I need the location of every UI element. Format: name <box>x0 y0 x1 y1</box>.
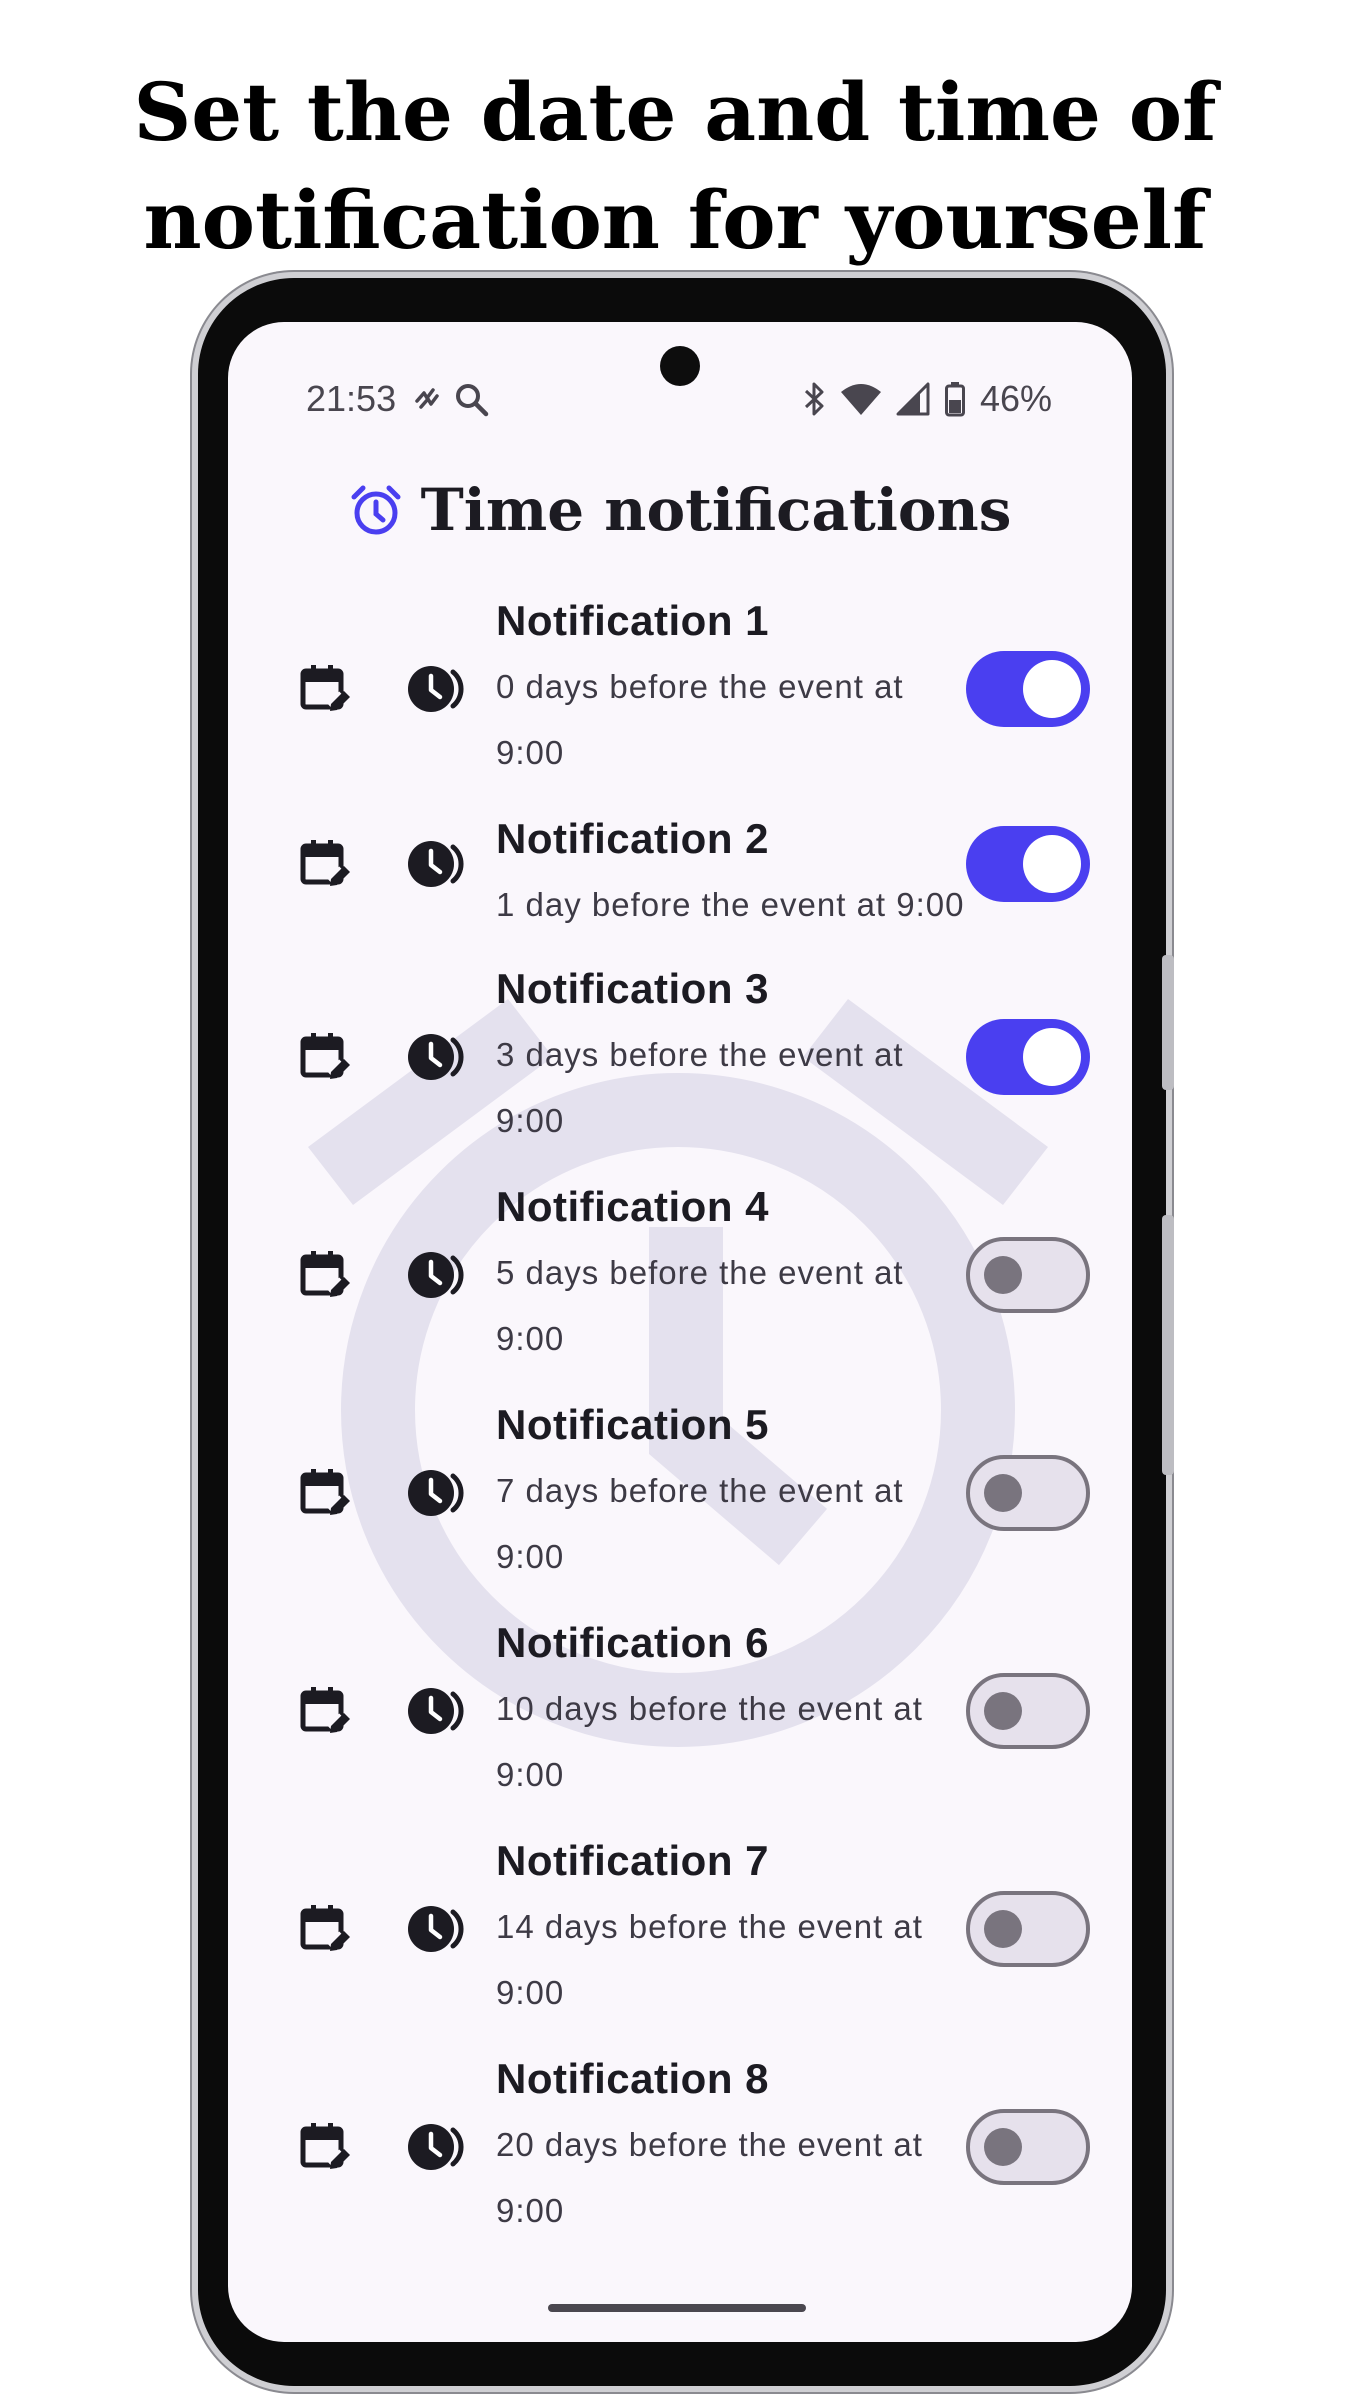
promo-title-line-1: Set the date and time of <box>133 65 1217 159</box>
status-time: 21:53 <box>306 378 397 419</box>
notification-description-line-2: 9:00 <box>496 1102 565 1139</box>
clock-schedule-icon[interactable] <box>407 1466 469 1520</box>
alarm-clock-icon <box>351 485 401 535</box>
notification-toggle-2[interactable] <box>966 826 1090 902</box>
activity-icon <box>415 388 439 409</box>
calendar-edit-icon[interactable] <box>300 1685 350 1737</box>
clock-schedule-icon[interactable] <box>407 1030 469 1084</box>
notification-title: Notification 6 <box>496 1619 770 1666</box>
notification-description-line-2: 9:00 <box>496 1320 565 1357</box>
app-header: Time notifications <box>228 470 1132 550</box>
notification-description-line-2: 9:00 <box>496 2192 565 2229</box>
notification-description-line-1: 20 days before the event at <box>496 2126 923 2163</box>
calendar-edit-icon[interactable] <box>300 1031 350 1083</box>
notification-description-line-1: 10 days before the event at <box>496 1690 923 1727</box>
toggle-knob <box>984 2128 1022 2166</box>
promo-title: Set the date and time of notification fo… <box>0 58 1350 274</box>
gesture-nav-handle[interactable] <box>548 2304 806 2312</box>
notification-text[interactable]: Notification 1 0 days before the event a… <box>496 592 966 786</box>
toggle-knob <box>984 1474 1022 1512</box>
notification-toggle-6[interactable] <box>966 1673 1090 1749</box>
power-button <box>1162 1215 1174 1475</box>
notification-title: Notification 5 <box>496 1401 770 1448</box>
notification-text[interactable]: Notification 3 3 days before the event a… <box>496 960 966 1154</box>
notification-description-line-1: 5 days before the event at <box>496 1254 904 1291</box>
toggle-knob <box>984 1910 1022 1948</box>
clock-schedule-icon[interactable] <box>407 1902 469 1956</box>
toggle-knob <box>1023 660 1081 718</box>
volume-button <box>1162 955 1174 1090</box>
calendar-edit-icon[interactable] <box>300 1249 350 1301</box>
notification-text[interactable]: Notification 6 10 days before the event … <box>496 1614 966 1808</box>
notification-toggle-5[interactable] <box>966 1455 1090 1531</box>
cell-signal-icon <box>896 382 930 416</box>
notification-row-7: Notification 7 14 days before the event … <box>228 1832 1132 2050</box>
notification-description-line-1: 0 days before the event at <box>496 668 904 705</box>
notification-row-3: Notification 3 3 days before the event a… <box>228 960 1132 1178</box>
notification-text[interactable]: Notification 4 5 days before the event a… <box>496 1178 966 1372</box>
notification-description-line-2: 9:00 <box>496 1756 565 1793</box>
notification-toggle-4[interactable] <box>966 1237 1090 1313</box>
notification-description-line-2: 9:00 <box>496 734 565 771</box>
notification-row-2: Notification 2 1 day before the event at… <box>228 810 1132 960</box>
notification-description: 5 days before the event at 9:00 <box>496 1240 966 1372</box>
clock-schedule-icon[interactable] <box>407 2120 469 2174</box>
wifi-icon <box>840 384 881 415</box>
notification-title: Notification 7 <box>496 1837 770 1884</box>
notification-description: 14 days before the event at 9:00 <box>496 1894 966 2026</box>
notification-title: Notification 8 <box>496 2055 770 2102</box>
notification-description: 0 days before the event at 9:00 <box>496 654 966 786</box>
toggle-knob <box>1023 1028 1081 1086</box>
notification-title: Notification 4 <box>496 1183 770 1230</box>
notification-text[interactable]: Notification 2 1 day before the event at… <box>496 810 966 938</box>
toggle-knob <box>1023 835 1081 893</box>
clock-schedule-icon[interactable] <box>407 1248 469 1302</box>
calendar-edit-icon[interactable] <box>300 1903 350 1955</box>
notification-title: Notification 1 <box>496 597 770 644</box>
notification-description-line-1: 14 days before the event at <box>496 1908 923 1945</box>
notification-list: Notification 1 0 days before the event a… <box>228 592 1132 2268</box>
notification-description: 20 days before the event at 9:00 <box>496 2112 966 2244</box>
notification-toggle-3[interactable] <box>966 1019 1090 1095</box>
promo-title-line-2: notification for yourself <box>143 173 1207 267</box>
battery-icon <box>944 382 965 417</box>
notification-text[interactable]: Notification 8 20 days before the event … <box>496 2050 966 2244</box>
notification-toggle-1[interactable] <box>966 651 1090 727</box>
battery-percent: 46% <box>979 378 1052 419</box>
app-title: Time notifications <box>420 476 1012 544</box>
phone-screen: 21:53 46% Time notifications Notificatio… <box>228 322 1132 2342</box>
notification-row-6: Notification 6 10 days before the event … <box>228 1614 1132 1832</box>
notification-description: 3 days before the event at 9:00 <box>496 1022 966 1154</box>
calendar-edit-icon[interactable] <box>300 663 350 715</box>
clock-schedule-icon[interactable] <box>407 837 469 891</box>
search-icon <box>456 384 489 417</box>
notification-description-line-1: 7 days before the event at <box>496 1472 904 1509</box>
toggle-knob <box>984 1692 1022 1730</box>
notification-title: Notification 2 <box>496 815 770 862</box>
status-bar: 21:53 46% <box>228 370 1132 426</box>
notification-description-line-1: 1 day before the event at 9:00 <box>496 886 965 923</box>
clock-schedule-icon[interactable] <box>407 662 469 716</box>
bluetooth-icon <box>804 382 824 416</box>
notification-description: 10 days before the event at 9:00 <box>496 1676 966 1808</box>
calendar-edit-icon[interactable] <box>300 2121 350 2173</box>
notification-row-8: Notification 8 20 days before the event … <box>228 2050 1132 2268</box>
clock-schedule-icon[interactable] <box>407 1684 469 1738</box>
notification-toggle-8[interactable] <box>966 2109 1090 2185</box>
toggle-knob <box>984 1256 1022 1294</box>
notification-description: 1 day before the event at 9:00 <box>496 872 966 938</box>
notification-text[interactable]: Notification 5 7 days before the event a… <box>496 1396 966 1590</box>
notification-description-line-1: 3 days before the event at <box>496 1036 904 1073</box>
notification-text[interactable]: Notification 7 14 days before the event … <box>496 1832 966 2026</box>
calendar-edit-icon[interactable] <box>300 1467 350 1519</box>
notification-row-4: Notification 4 5 days before the event a… <box>228 1178 1132 1396</box>
notification-row-1: Notification 1 0 days before the event a… <box>228 592 1132 810</box>
notification-row-5: Notification 5 7 days before the event a… <box>228 1396 1132 1614</box>
notification-description: 7 days before the event at 9:00 <box>496 1458 966 1590</box>
notification-toggle-7[interactable] <box>966 1891 1090 1967</box>
notification-description-line-2: 9:00 <box>496 1974 565 2011</box>
notification-title: Notification 3 <box>496 965 770 1012</box>
calendar-edit-icon[interactable] <box>300 838 350 890</box>
notification-description-line-2: 9:00 <box>496 1538 565 1575</box>
